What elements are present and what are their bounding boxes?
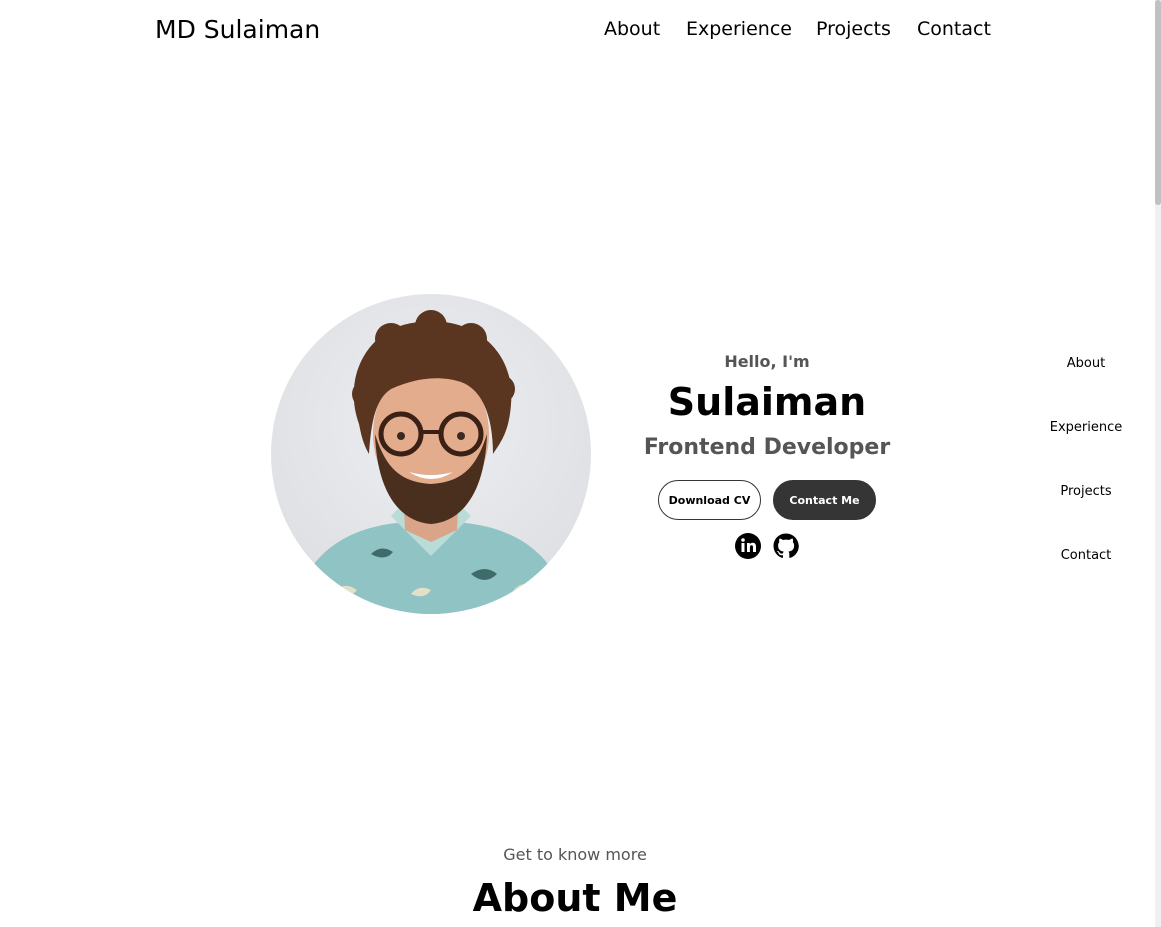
side-nav-about[interactable]: About (1030, 356, 1142, 371)
about-subtitle: Get to know more (503, 845, 647, 864)
top-navbar: MD Sulaiman About Experience Projects Co… (0, 0, 1155, 64)
about-title: About Me (472, 876, 678, 920)
download-cv-button[interactable]: Download CV (658, 480, 761, 520)
page-scrollbar[interactable] (1155, 0, 1161, 927)
contact-me-button[interactable]: Contact Me (773, 480, 876, 520)
hero-name: Sulaiman (667, 380, 867, 424)
nav-link-contact[interactable]: Contact (917, 18, 991, 40)
side-nav-experience[interactable]: Experience (1030, 420, 1142, 435)
profile-portrait-illustration (292, 310, 570, 614)
nav-link-experience[interactable]: Experience (686, 18, 792, 40)
nav-link-projects[interactable]: Projects (816, 18, 891, 40)
profile-picture (271, 294, 591, 614)
hero-greeting: Hello, I'm (724, 352, 810, 371)
top-nav-links: About Experience Projects Contact (0, 18, 1155, 48)
nav-link-about[interactable]: About (604, 18, 660, 40)
scrollbar-thumb[interactable] (1155, 0, 1161, 205)
side-nav-projects[interactable]: Projects (1030, 484, 1142, 499)
side-nav-contact[interactable]: Contact (1030, 548, 1142, 563)
linkedin-icon[interactable] (734, 532, 762, 560)
hero-role: Frontend Developer (643, 435, 891, 460)
social-links (734, 532, 804, 560)
page: MD Sulaiman About Experience Projects Co… (0, 0, 1161, 927)
github-icon[interactable] (772, 532, 800, 560)
side-nav: About Experience Projects Contact (1030, 356, 1142, 576)
hero-text: Hello, I'm Sulaiman Frontend Developer (640, 350, 894, 464)
